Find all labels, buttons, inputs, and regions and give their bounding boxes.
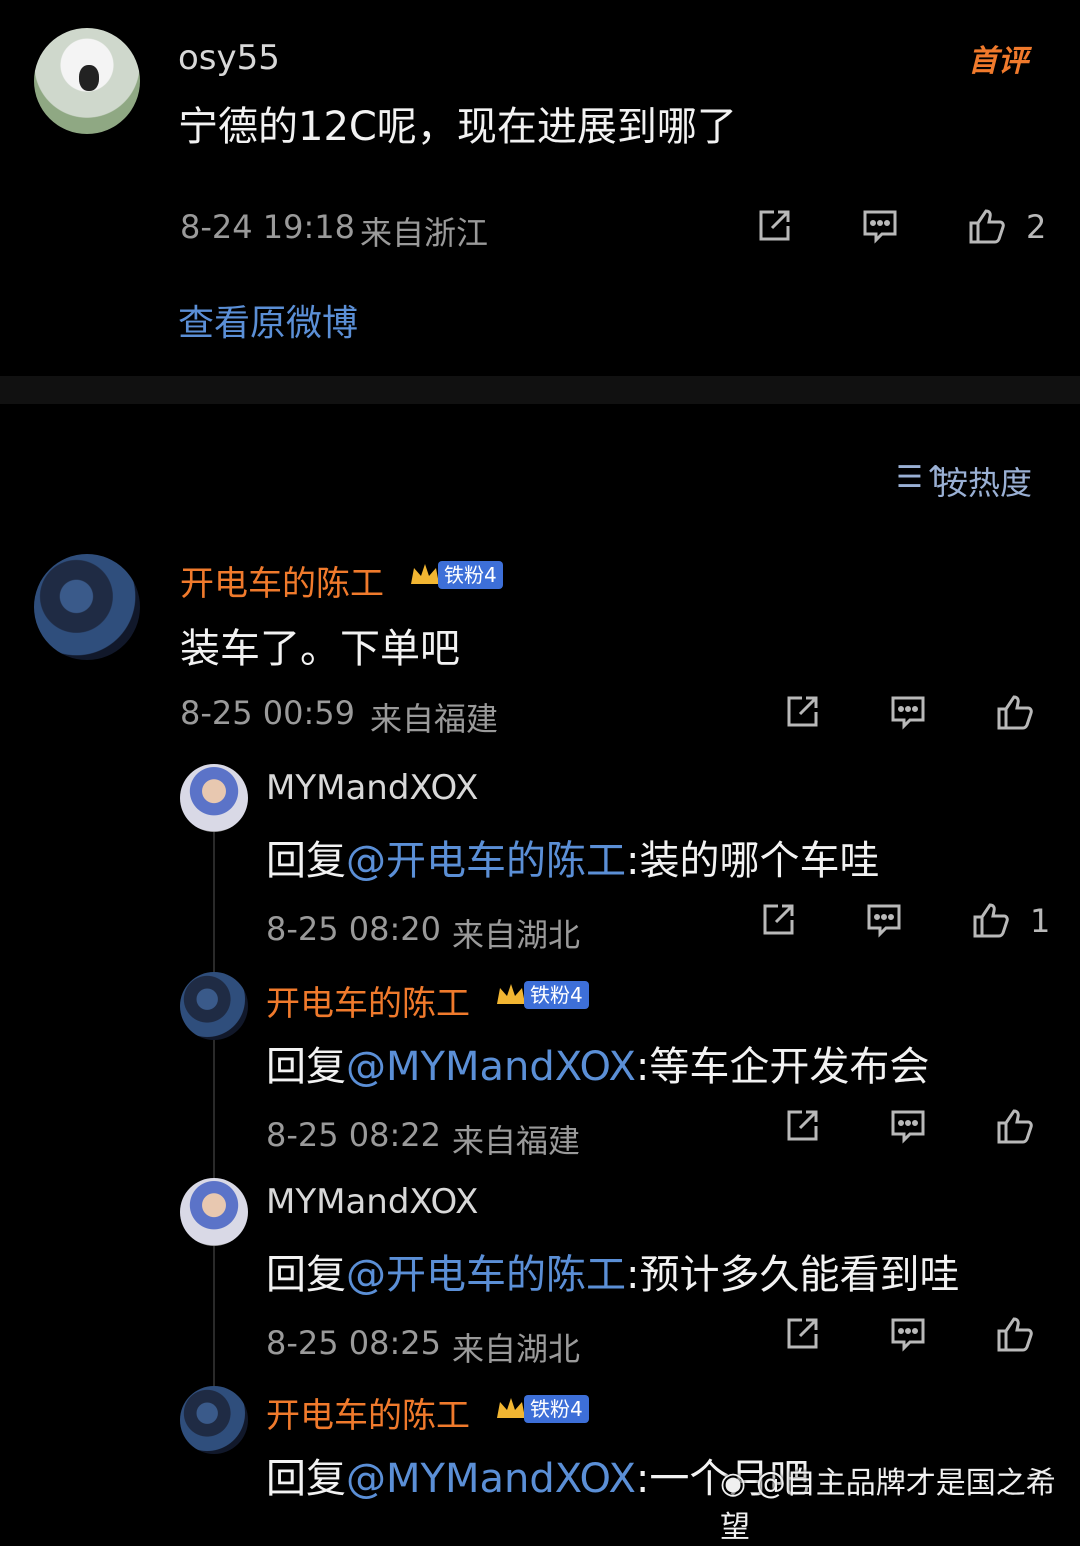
comment-time: 8-25 00:59	[180, 694, 356, 732]
comment-icon[interactable]	[860, 206, 900, 246]
fan-badge[interactable]: 铁粉4	[494, 1394, 589, 1424]
avatar[interactable]	[180, 1178, 248, 1246]
fan-badge-label: 铁粉4	[438, 561, 503, 589]
comment-location: 来自福建	[370, 700, 499, 738]
share-icon[interactable]	[782, 1106, 822, 1146]
like-icon[interactable]	[970, 900, 1010, 940]
comment-icon[interactable]	[888, 692, 928, 732]
share-icon[interactable]	[782, 1314, 822, 1354]
avatar[interactable]	[34, 554, 140, 660]
reply-time: 8-25 08:20	[266, 910, 442, 948]
weibo-logo-icon: ◉	[720, 1466, 747, 1501]
like-count: 1	[1030, 902, 1051, 940]
share-icon[interactable]	[754, 206, 794, 246]
crown-icon	[408, 560, 442, 590]
section-divider	[0, 376, 1080, 404]
crown-icon	[494, 1394, 528, 1424]
mention-link[interactable]: @MYMandXOX	[346, 1456, 636, 1502]
sort-by-hot[interactable]: 按热度	[936, 458, 1032, 504]
comment-username[interactable]: osy55	[178, 38, 280, 78]
comment-icon[interactable]	[888, 1106, 928, 1146]
reply-username[interactable]: 开电车的陈工	[266, 976, 470, 1025]
fan-badge-label: 铁粉4	[524, 1395, 589, 1423]
avatar[interactable]	[34, 28, 140, 134]
avatar[interactable]	[180, 764, 248, 832]
reply-username[interactable]: MYMandXOX	[266, 768, 478, 808]
mention-link[interactable]: @MYMandXOX	[346, 1044, 636, 1090]
reply-location: 来自湖北	[452, 916, 581, 954]
reply-time: 8-25 08:22	[266, 1116, 442, 1154]
reply-text: 回复@开电车的陈工:预计多久能看到哇	[266, 1252, 960, 1298]
comment-location: 来自浙江	[360, 214, 489, 252]
avatar[interactable]	[180, 972, 248, 1040]
comment-icon[interactable]	[864, 900, 904, 940]
share-icon[interactable]	[758, 900, 798, 940]
crown-icon	[494, 980, 528, 1010]
reply-username[interactable]: MYMandXOX	[266, 1182, 478, 1222]
reply-text: 回复@开电车的陈工:装的哪个车哇	[266, 838, 880, 884]
comment-text: 宁德的12C呢，现在进展到哪了	[178, 104, 737, 150]
comment-time: 8-24 19:18	[180, 208, 356, 246]
mention-link[interactable]: @开电车的陈工	[346, 838, 626, 884]
fan-badge-label: 铁粉4	[524, 981, 589, 1009]
mention-link[interactable]: @开电车的陈工	[346, 1252, 626, 1298]
reply-location: 来自湖北	[452, 1330, 581, 1368]
like-icon[interactable]	[994, 1106, 1034, 1146]
like-icon[interactable]	[994, 1314, 1034, 1354]
fan-badge[interactable]: 铁粉4	[494, 980, 589, 1010]
comment-icon[interactable]	[888, 1314, 928, 1354]
reply-text: 回复@MYMandXOX:等车企开发布会	[266, 1044, 930, 1090]
reply-location: 来自福建	[452, 1122, 581, 1160]
reply-username[interactable]: 开电车的陈工	[266, 1388, 470, 1437]
view-original-link[interactable]: 查看原微博	[178, 294, 358, 346]
like-icon[interactable]	[994, 692, 1034, 732]
share-icon[interactable]	[782, 692, 822, 732]
avatar[interactable]	[180, 1386, 248, 1454]
comment-text: 装车了。下单吧	[180, 626, 460, 672]
reply-time: 8-25 08:25	[266, 1324, 442, 1362]
first-comment-badge: 首评	[968, 44, 1028, 79]
like-icon[interactable]	[966, 206, 1006, 246]
watermark: ◉ @自主品牌才是国之希望	[720, 1458, 1080, 1546]
comment-username[interactable]: 开电车的陈工	[180, 556, 384, 605]
like-count: 2	[1026, 208, 1047, 246]
thread-line	[213, 832, 215, 1392]
watermark-text: @自主品牌才是国之希望	[720, 1466, 1056, 1545]
fan-badge[interactable]: 铁粉4	[408, 560, 503, 590]
